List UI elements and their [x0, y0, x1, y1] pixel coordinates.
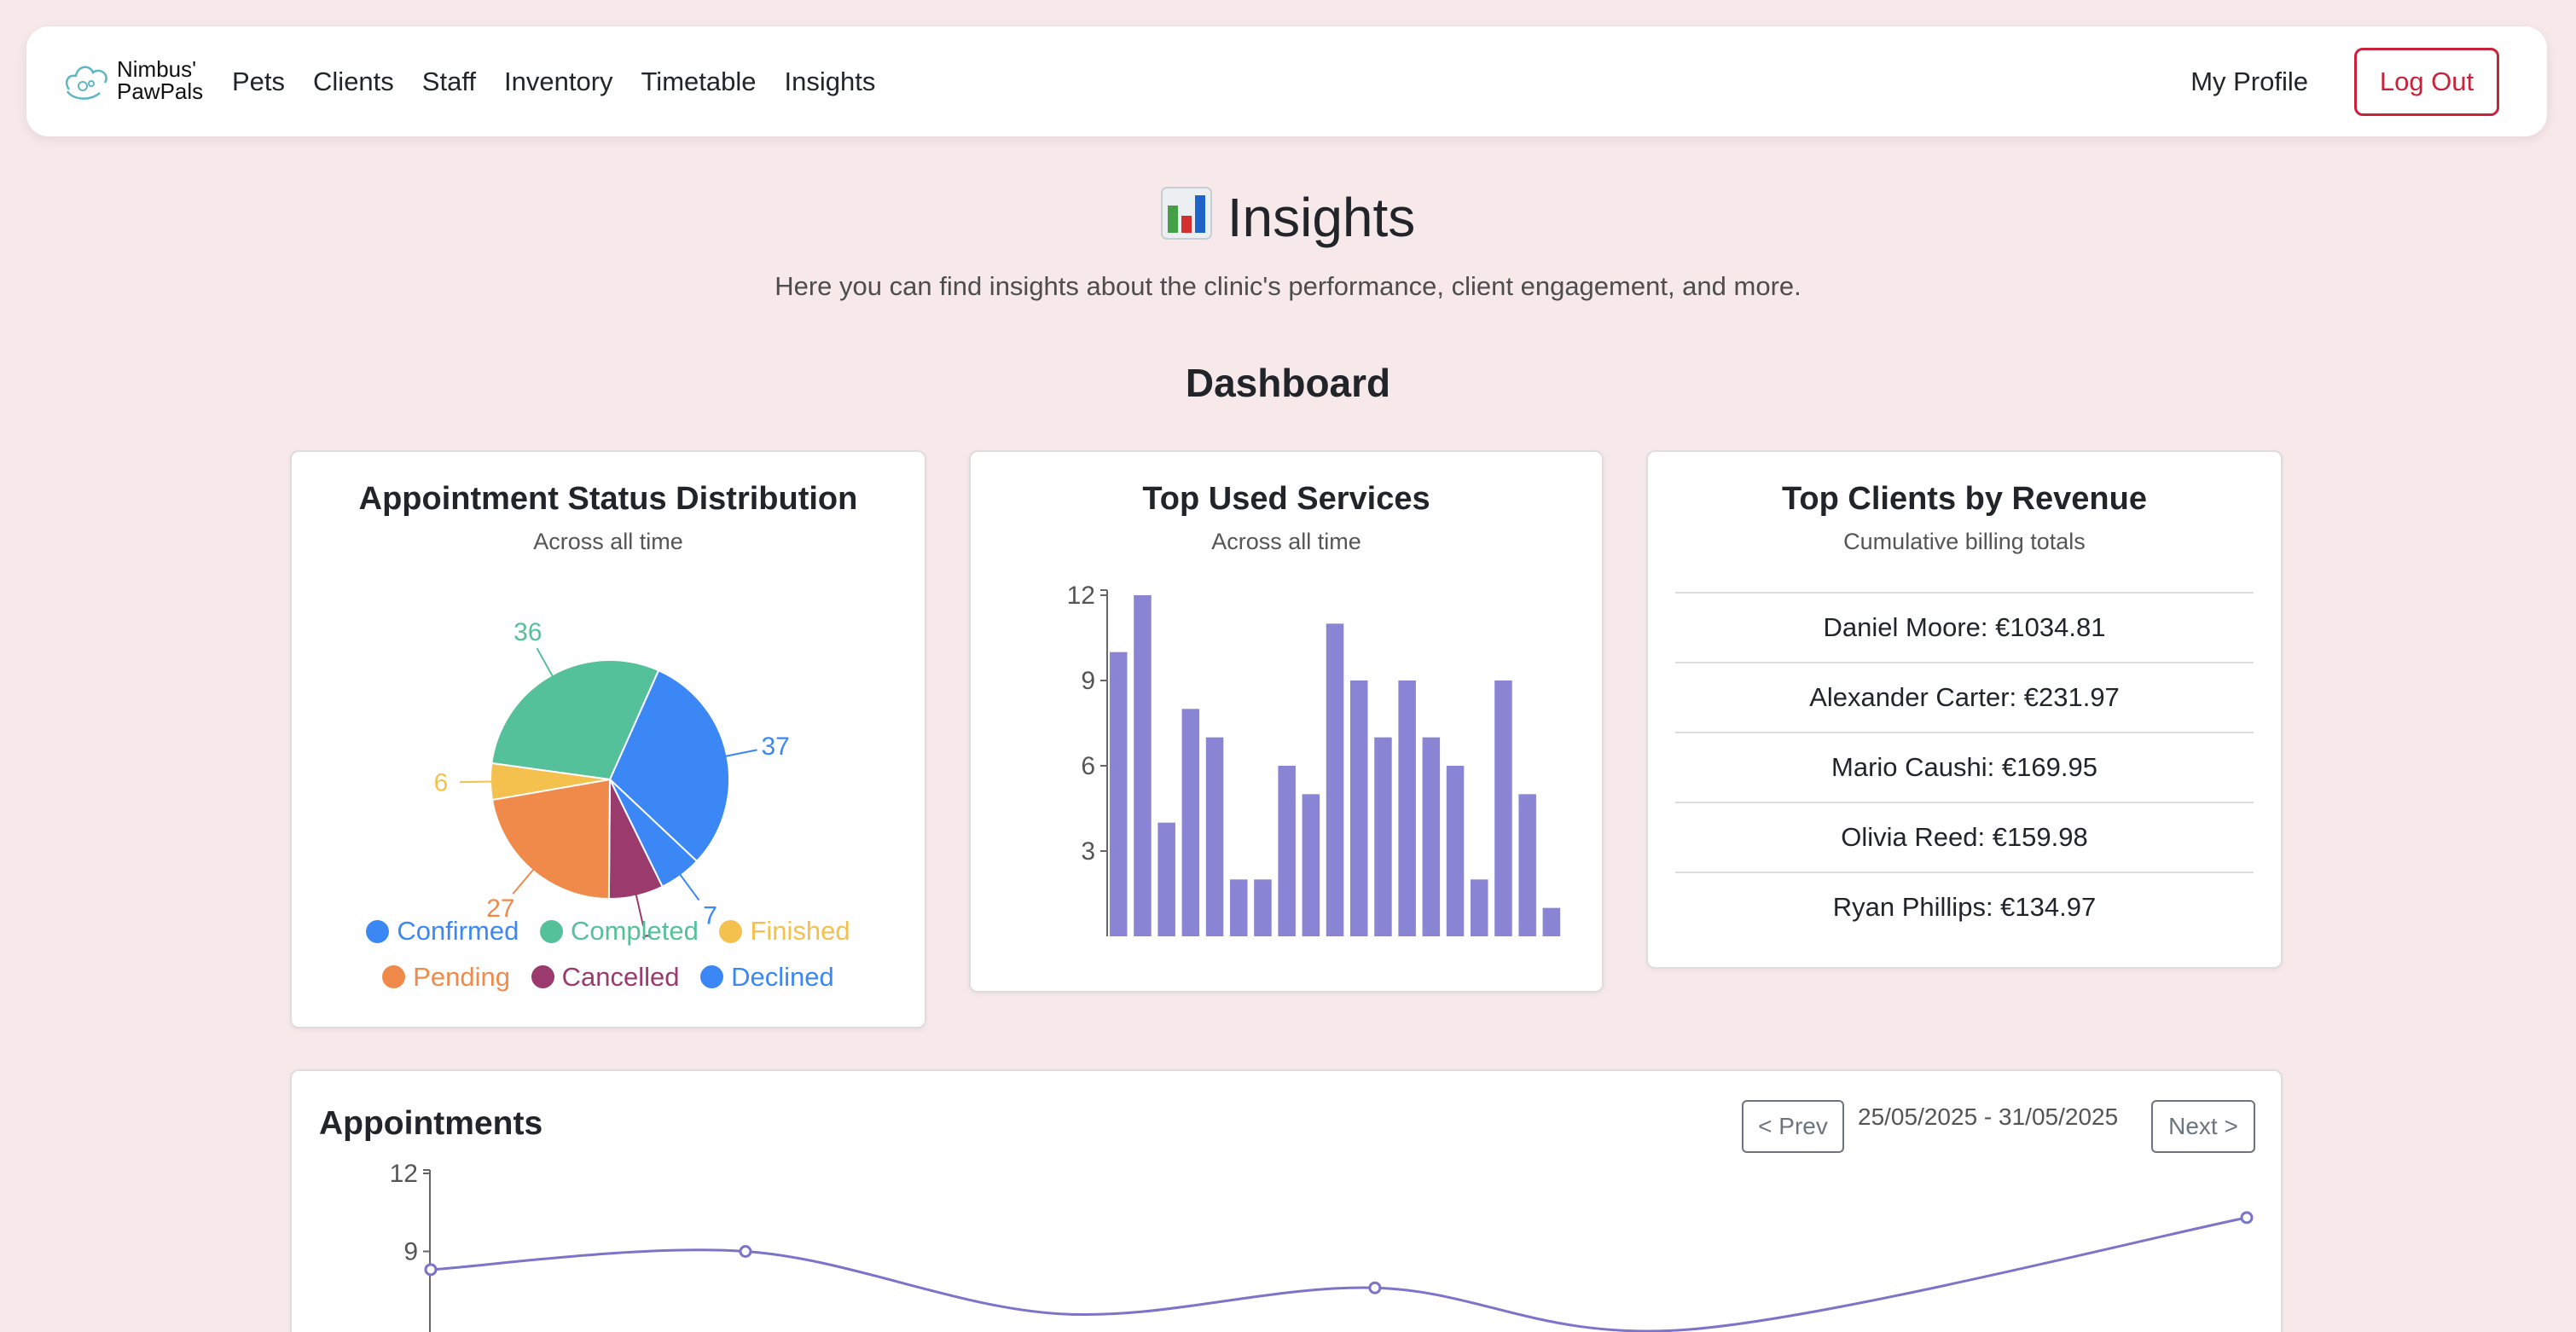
pie-leader-line — [460, 780, 493, 784]
service-bar — [1181, 709, 1200, 936]
service-bar — [1494, 680, 1512, 936]
nav-links: Pets Clients Staff Inventory Timetable I… — [232, 26, 903, 136]
list-item: Ryan Phillips: €134.97 — [1675, 872, 2254, 941]
dashboard-title: Dashboard — [1185, 361, 1391, 405]
service-bar — [1398, 680, 1416, 936]
next-week-button[interactable]: Next > — [2151, 1100, 2255, 1153]
legend-row-1: Confirmed Completed Finished — [292, 916, 925, 950]
page-title: Insights — [0, 186, 2576, 249]
status-pie-chart: 377927636 — [434, 618, 790, 938]
nav-link-staff[interactable]: Staff — [422, 67, 476, 97]
client-revenue-list: Daniel Moore: €1034.81 Alexander Carter:… — [1675, 592, 2254, 941]
service-bar — [1350, 680, 1368, 936]
legend-item-confirmed[interactable]: Confirmed — [366, 916, 519, 947]
pie-data-label: 37 — [761, 733, 789, 761]
nav-link-timetable[interactable]: Timetable — [641, 67, 757, 97]
service-bar — [1326, 623, 1344, 936]
service-bar — [1471, 879, 1488, 936]
pie-leader-line — [679, 873, 700, 901]
service-bar — [1157, 822, 1175, 936]
bar-y-tick-label: 12 — [1067, 582, 1095, 610]
prev-week-button[interactable]: < Prev — [1742, 1100, 1844, 1153]
appointments-series-line — [430, 1216, 2248, 1332]
list-item: Mario Caushi: €169.95 — [1675, 732, 2254, 802]
services-card-title: Top Used Services — [1142, 481, 1430, 517]
pie-leader-line — [536, 647, 554, 677]
appointments-point — [424, 1263, 438, 1277]
paw-logo-icon — [66, 66, 107, 100]
appointments-title: Appointments — [319, 1105, 543, 1142]
logo-text-line1: Nimbus' — [117, 56, 197, 82]
services-bar-chart: 3 6 9 12 — [1067, 582, 1561, 936]
status-card-title: Appointment Status Distribution — [358, 481, 858, 517]
service-bar — [1518, 794, 1536, 936]
list-item: Olivia Reed: €159.98 — [1675, 802, 2254, 872]
legend-item-declined[interactable]: Declined — [700, 962, 834, 993]
line-y-tick-label: 9 — [403, 1238, 418, 1266]
appointments-point — [2240, 1211, 2254, 1225]
service-bar — [1374, 737, 1392, 936]
my-profile-link[interactable]: My Profile — [2190, 67, 2308, 97]
list-item: Alexander Carter: €231.97 — [1675, 662, 2254, 732]
legend-item-pending[interactable]: Pending — [382, 962, 510, 993]
appointments-point — [739, 1245, 752, 1258]
status-distribution-card: Appointment Status Distribution Across a… — [290, 450, 926, 1028]
date-range-label: 25/05/2025 - 31/05/2025 — [1858, 1103, 2119, 1130]
service-bar — [1254, 879, 1272, 936]
revenue-card-title: Top Clients by Revenue — [1782, 481, 2147, 517]
top-clients-card: Top Clients by Revenue Cumulative billin… — [1646, 450, 2283, 969]
bar-y-tick-label: 6 — [1081, 752, 1095, 780]
service-bar — [1446, 766, 1465, 936]
revenue-card-subtitle: Cumulative billing totals — [1843, 529, 2086, 554]
nav-link-pets[interactable]: Pets — [232, 67, 285, 97]
service-bar — [1205, 737, 1224, 936]
service-bar — [1278, 766, 1296, 936]
pie-data-label: 6 — [434, 769, 449, 797]
logo-text-line2: PawPals — [117, 78, 204, 104]
appointments-card: Appointments < Prev 25/05/2025 - 31/05/2… — [290, 1069, 2283, 1332]
nav-link-insights[interactable]: Insights — [784, 67, 875, 97]
legend-item-completed[interactable]: Completed — [539, 916, 699, 947]
line-y-tick-label: 12 — [390, 1163, 418, 1188]
pie-legend: Confirmed Completed Finished Pending Can… — [292, 916, 925, 995]
nav-link-clients[interactable]: Clients — [313, 67, 394, 97]
service-bar — [1230, 879, 1248, 936]
bar-y-tick-label: 9 — [1081, 667, 1095, 695]
bar-chart-emoji-icon — [1160, 187, 1212, 240]
legend-item-finished[interactable]: Finished — [719, 916, 850, 947]
service-bar — [1542, 907, 1561, 936]
pie-leader-line — [725, 749, 757, 757]
appointments-point — [1368, 1281, 1382, 1294]
page-title-text: Insights — [1227, 187, 1416, 248]
list-item: Daniel Moore: €1034.81 — [1675, 592, 2254, 662]
legend-row-2: Pending Cancelled Declined — [292, 962, 925, 996]
pie-leader-line — [512, 868, 535, 895]
service-bar — [1110, 652, 1128, 936]
nav-link-inventory[interactable]: Inventory — [504, 67, 613, 97]
page-subtitle: Here you can find insights about the cli… — [775, 271, 1801, 301]
logout-button[interactable]: Log Out — [2354, 47, 2499, 116]
bar-y-tick-label: 3 — [1081, 837, 1095, 866]
top-services-card: Top Used Services Across all time 3 6 9 12 — [969, 450, 1604, 993]
top-navbar: Nimbus' PawPals Pets Clients Staff Inven… — [26, 26, 2547, 136]
status-card-subtitle: Across all time — [533, 529, 683, 554]
appointments-line-chart: 9 12 — [390, 1163, 2254, 1332]
pie-data-label: 36 — [513, 618, 542, 646]
service-bar — [1134, 595, 1152, 936]
service-bar — [1422, 737, 1441, 936]
nimbus-pawpals-logo[interactable]: Nimbus' PawPals — [61, 55, 203, 105]
legend-item-cancelled[interactable]: Cancelled — [531, 962, 680, 993]
service-bar — [1302, 794, 1320, 936]
services-card-subtitle: Across all time — [1211, 529, 1361, 554]
